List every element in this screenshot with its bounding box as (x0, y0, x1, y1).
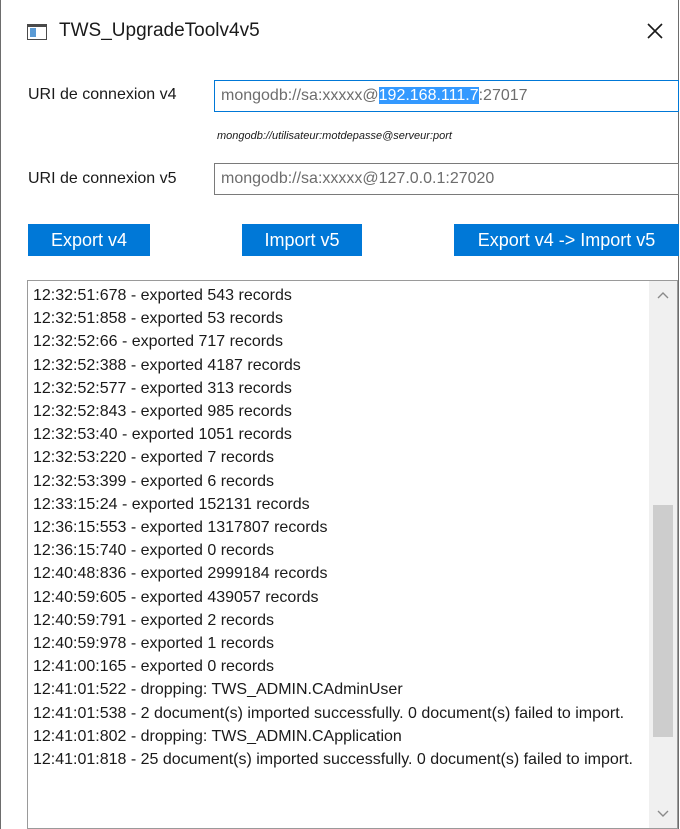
log-line: 12:32:52:577 - exported 313 records (33, 379, 292, 397)
log-line: 12:40:59:978 - exported 1 records (33, 635, 275, 653)
app-window: TWS_UpgradeToolv4v5 URI de connexion v4 … (0, 0, 679, 829)
log-line: 12:32:51:678 - exported 543 records (33, 287, 292, 304)
v4-uri-text-before: mongodb://sa:xxxxx@ (221, 87, 379, 104)
v4-uri-text-after: :27017 (478, 87, 528, 104)
vertical-scrollbar[interactable] (649, 281, 677, 828)
log-line: 12:32:52:388 - exported 4187 records (33, 356, 301, 374)
log-line: 12:41:00:165 - exported 0 records (33, 658, 275, 676)
log-line: 12:32:53:40 - exported 1051 records (33, 426, 292, 444)
scrollbar-thumb[interactable] (653, 505, 673, 737)
title-bar: TWS_UpgradeToolv4v5 (1, 0, 678, 62)
log-line: 12:40:48:836 - exported 2999184 records (33, 565, 328, 583)
log-line: 12:36:15:553 - exported 1317807 records (33, 519, 328, 537)
v5-uri-text: mongodb://sa:xxxxx@127.0.0.1:27020 (221, 170, 495, 187)
scroll-up-button[interactable] (649, 281, 677, 309)
log-line: 12:33:15:24 - exported 152131 records (33, 495, 310, 513)
v4-uri-label: URI de connexion v4 (28, 86, 177, 103)
chevron-up-icon (657, 292, 669, 299)
log-line: 12:32:53:399 - exported 6 records (33, 472, 275, 490)
log-line: 12:40:59:791 - exported 2 records (33, 611, 275, 629)
log-line: 12:41:01:818 - 25 document(s) imported s… (33, 751, 633, 769)
log-line: 12:32:53:220 - exported 7 records (33, 449, 275, 467)
log-line: 12:32:51:858 - exported 53 records (33, 310, 283, 328)
import-v5-button[interactable]: Import v5 (242, 224, 362, 256)
log-output[interactable]: 12:32:51:678 - exported 543 records 12:32… (27, 280, 678, 829)
log-line: 12:41:01:802 - dropping: TWS_ADMIN.CAppl… (33, 727, 402, 745)
export-v4-button[interactable]: Export v4 (28, 224, 150, 256)
log-line: 12:36:15:740 - exported 0 records (33, 542, 275, 560)
scroll-down-button[interactable] (649, 800, 677, 828)
window-app-icon (27, 24, 47, 40)
v5-uri-label: URI de connexion v5 (28, 170, 177, 187)
v4-uri-input[interactable]: mongodb://sa:xxxxx@192.168.111.7:27017 (214, 80, 679, 112)
log-line: 12:41:01:522 - dropping: TWS_ADMIN.CAdmi… (33, 681, 403, 699)
log-line: 12:41:01:538 - 2 document(s) imported su… (33, 704, 625, 722)
log-line: 12:32:52:66 - exported 717 records (33, 333, 283, 351)
close-icon (647, 23, 663, 39)
v5-uri-input[interactable]: mongodb://sa:xxxxx@127.0.0.1:27020 (214, 163, 679, 195)
uri-format-hint: mongodb://utilisateur:motdepasse@serveur… (217, 130, 452, 142)
v4-uri-selected-text: 192.168.111.7 (378, 87, 479, 104)
window-title: TWS_UpgradeToolv4v5 (59, 20, 260, 41)
chevron-down-icon (657, 810, 669, 817)
log-line: 12:40:59:605 - exported 439057 records (33, 588, 319, 606)
close-button[interactable] (638, 14, 672, 48)
log-line: 12:32:52:843 - exported 985 records (33, 403, 292, 421)
log-lines: 12:32:51:678 - exported 543 records 12:32… (33, 284, 645, 771)
export-import-button[interactable]: Export v4 -> Import v5 (454, 224, 679, 256)
